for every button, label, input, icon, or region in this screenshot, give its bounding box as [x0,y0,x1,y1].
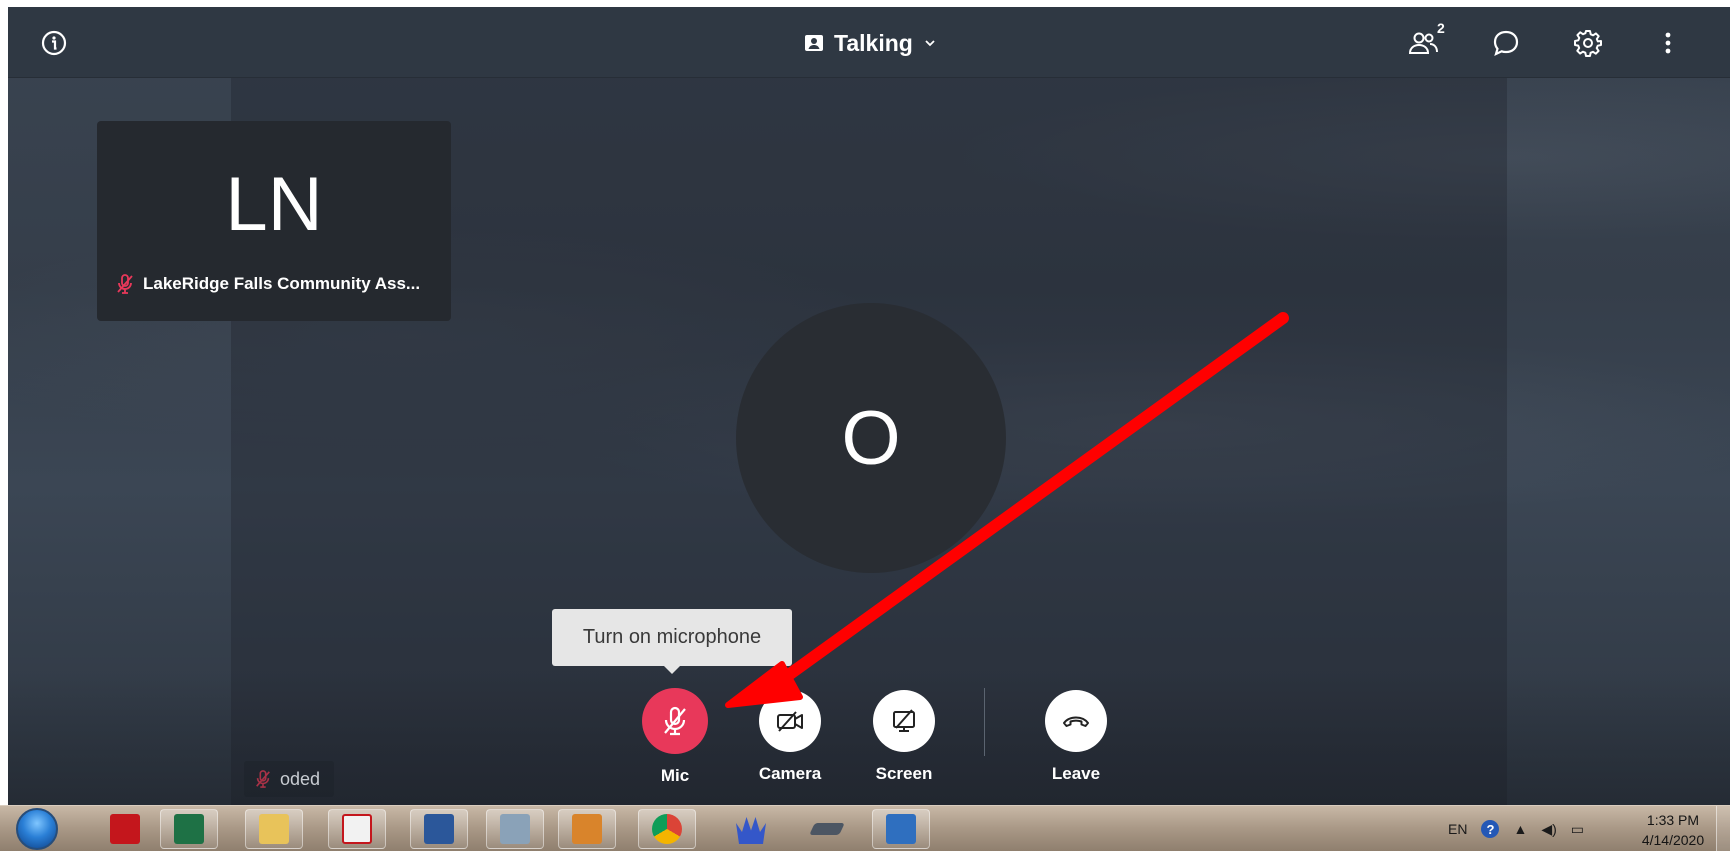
taskbar-app-word[interactable] [410,809,468,849]
microphone-muted-icon [256,770,270,788]
room-title: Talking [834,29,913,56]
taskbar-app-acrobat-2[interactable] [328,809,386,849]
camera-button-circle[interactable] [759,690,821,752]
mic-button-circle[interactable] [642,688,708,754]
screen-share-button[interactable]: Screen [859,690,949,784]
screen-share-off-icon [893,709,915,732]
system-tray: EN ? ▲ ◀) ▭ [1448,810,1584,848]
snipping-app-icon [572,814,602,844]
mic-toggle-button[interactable]: Mic [630,688,720,786]
camera-off-icon [777,711,803,732]
taskbar-app-remote-desktop[interactable] [872,809,930,849]
microphone-muted-icon [117,274,133,294]
taskbar-app-excel[interactable] [160,809,218,849]
taskbar-app-crown[interactable] [722,809,780,849]
participant-tile[interactable]: LN LakeRidge Falls Community Ass... [97,121,451,321]
participants-count-badge: 2 [1437,20,1445,36]
crown-app-icon [736,817,766,844]
network-icon[interactable]: ▭ [1571,821,1584,838]
control-divider [984,688,985,756]
mic-label: Mic [660,766,690,785]
info-button[interactable] [34,23,74,63]
self-name: oded [280,768,321,789]
windows-taskbar: EN ? ▲ ◀) ▭ 1:33 PM 4/14/2020 [0,805,1730,851]
mic-tooltip: Turn on microphone [552,609,792,674]
top-bar: Talking 2 [8,7,1730,78]
camera-label: Camera [758,764,822,783]
leave-label: Leave [1051,764,1101,783]
screen-label: Screen [875,764,933,783]
more-options-button[interactable] [1648,23,1688,63]
taskbar-app-explorer[interactable] [245,809,303,849]
gear-icon [1574,30,1602,57]
camera-toggle-button[interactable]: Camera [745,690,835,784]
participant-name-row: LakeRidge Falls Community Ass... [115,273,420,295]
microphone-muted-icon [664,706,686,736]
taskbar-app-scanner[interactable] [798,809,856,849]
main-speaker-initial: O [841,395,901,481]
chat-button[interactable] [1486,23,1526,63]
windows-start-button[interactable] [16,808,58,850]
scanner-icon [809,823,845,835]
hang-up-icon [1063,716,1089,727]
info-icon [41,30,67,56]
participant-name: LakeRidge Falls Community Ass... [143,274,421,293]
excel-icon [174,814,204,844]
room-title-dropdown[interactable]: Talking [804,25,937,61]
remote-desktop-icon [886,814,916,844]
taskbar-app-acrobat[interactable] [96,809,154,849]
show-hidden-icons-icon[interactable]: ▲ [1513,821,1527,837]
volume-icon[interactable]: ◀) [1541,821,1556,838]
meeting-window: Talking 2 LN LakeRidge Falls Community A… [8,7,1730,805]
contact-card-icon [805,35,823,51]
language-indicator[interactable]: EN [1448,821,1467,837]
taskbar-app-calculator[interactable] [486,809,544,849]
taskbar-app-chrome[interactable] [638,809,696,849]
participants-icon [1408,32,1438,54]
help-icon[interactable]: ? [1481,820,1500,838]
show-desktop-button[interactable] [1716,806,1730,851]
more-vertical-icon [1665,32,1671,54]
file-explorer-icon [259,814,289,844]
chevron-down-icon [925,40,935,47]
settings-button[interactable] [1568,23,1608,63]
self-video-label: oded [244,761,335,797]
clock-time: 1:33 PM [1646,812,1700,828]
acrobat-reader-icon [110,814,140,844]
clock-date: 4/14/2020 [1641,832,1705,848]
leave-button-circle[interactable] [1045,690,1107,752]
taskbar-app-snipping[interactable] [558,809,616,849]
word-icon [424,814,454,844]
chat-bubble-icon [1493,30,1519,57]
screen-button-circle[interactable] [873,690,935,752]
chrome-icon [652,814,682,844]
acrobat-reader-icon [342,814,372,844]
calculator-icon [500,814,530,844]
leave-call-button[interactable]: Leave [1031,690,1121,784]
participant-initials: LN [225,162,323,247]
system-clock[interactable]: 1:33 PM 4/14/2020 [1636,810,1710,850]
main-speaker-avatar: O [736,303,1006,573]
